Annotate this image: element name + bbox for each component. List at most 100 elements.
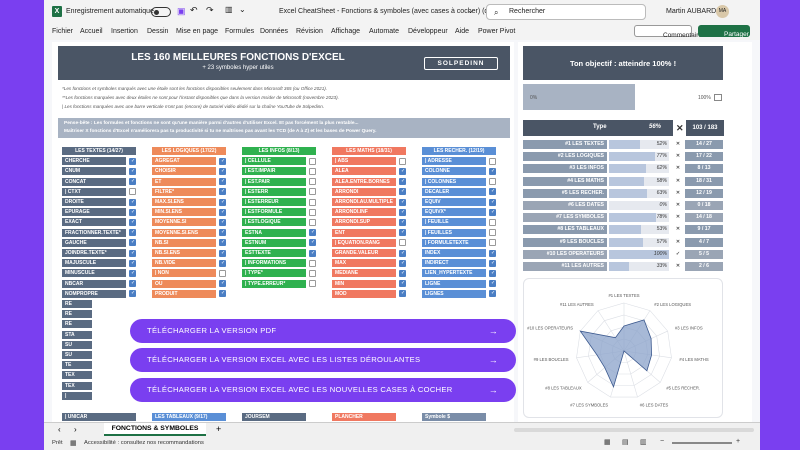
function-checkbox[interactable]	[309, 218, 316, 226]
tab-fichier[interactable]: Fichier	[52, 28, 73, 35]
function-checkbox[interactable]	[399, 280, 406, 288]
function-checkbox[interactable]	[129, 178, 136, 186]
tab-accueil[interactable]: Accueil	[80, 28, 103, 35]
function-checkbox[interactable]	[489, 198, 496, 206]
tab-aide[interactable]: Aide	[455, 28, 469, 35]
function-checkbox[interactable]	[129, 290, 136, 298]
sheet-tab-active[interactable]: FONCTIONS & SYMBOLES	[104, 423, 206, 436]
function-checkbox[interactable]	[129, 269, 136, 277]
user-name[interactable]: Martin AUBARD	[666, 8, 716, 15]
function-checkbox[interactable]	[129, 188, 136, 196]
tab-developpeur[interactable]: Développeur	[408, 28, 448, 35]
comments-button[interactable]: Commentaires	[634, 25, 705, 39]
dropdown-icon[interactable]: ⌄	[467, 6, 474, 15]
function-checkbox[interactable]	[489, 229, 496, 237]
function-checkbox[interactable]	[219, 290, 226, 298]
undo-icon[interactable]: ↶	[190, 5, 198, 16]
function-checkbox[interactable]	[399, 259, 406, 267]
horizontal-scrollbar[interactable]	[514, 428, 754, 432]
function-checkbox[interactable]	[129, 280, 136, 288]
tab-formules[interactable]: Formules	[225, 28, 254, 35]
function-checkbox[interactable]	[489, 269, 496, 277]
worksheet[interactable]: LES 160 MEILLEURES FONCTIONS D'EXCEL + 2…	[44, 40, 760, 422]
function-checkbox[interactable]	[489, 157, 496, 165]
zoom-slider[interactable]	[672, 442, 732, 444]
function-checkbox[interactable]	[489, 259, 496, 267]
function-checkbox[interactable]	[399, 249, 406, 257]
function-checkbox[interactable]	[399, 229, 406, 237]
add-sheet-icon[interactable]: +	[216, 424, 221, 434]
function-checkbox[interactable]	[399, 269, 406, 277]
download-pdf-button[interactable]: TÉLÉCHARGER LA VERSION PDF →	[130, 319, 516, 343]
more-icon[interactable]: ⌄	[239, 5, 246, 14]
function-checkbox[interactable]	[489, 249, 496, 257]
function-checkbox[interactable]	[399, 290, 406, 298]
function-checkbox[interactable]	[309, 208, 316, 216]
function-checkbox[interactable]	[219, 208, 226, 216]
function-checkbox[interactable]	[129, 208, 136, 216]
function-checkbox[interactable]	[219, 167, 226, 175]
page-layout-icon[interactable]: ▤	[622, 438, 629, 446]
normal-view-icon[interactable]: ▦	[604, 438, 611, 446]
function-checkbox[interactable]	[129, 218, 136, 226]
function-checkbox[interactable]	[399, 167, 406, 175]
function-checkbox[interactable]	[219, 178, 226, 186]
tab-power-pivot[interactable]: Power Pivot	[478, 28, 515, 35]
chart-icon[interactable]: ▥	[225, 5, 233, 14]
redo-icon[interactable]: ↷	[206, 5, 214, 16]
function-checkbox[interactable]	[399, 208, 406, 216]
prev-sheet-icon[interactable]: ‹	[58, 425, 61, 434]
function-checkbox[interactable]	[309, 259, 316, 267]
zoom-out-icon[interactable]: −	[660, 438, 664, 445]
tab-insertion[interactable]: Insertion	[111, 28, 138, 35]
function-checkbox[interactable]	[219, 259, 226, 267]
function-checkbox[interactable]	[129, 249, 136, 257]
tab-revision[interactable]: Révision	[296, 28, 323, 35]
share-button[interactable]: Partager	[698, 25, 750, 38]
function-checkbox[interactable]	[219, 157, 226, 165]
function-checkbox[interactable]	[489, 178, 496, 186]
function-checkbox[interactable]	[219, 269, 226, 277]
function-checkbox[interactable]	[309, 280, 316, 288]
function-checkbox[interactable]	[309, 249, 316, 257]
accessibility-status[interactable]: Accessibilité : consultez nos recommanda…	[84, 440, 204, 446]
function-checkbox[interactable]	[399, 178, 406, 186]
function-checkbox[interactable]	[309, 269, 316, 277]
tab-dessin[interactable]: Dessin	[147, 28, 168, 35]
function-checkbox[interactable]	[219, 249, 226, 257]
function-checkbox[interactable]	[129, 229, 136, 237]
function-checkbox[interactable]	[399, 188, 406, 196]
download-checkbox-version-button[interactable]: TÉLÉCHARGER LA VERSION EXCEL AVEC LES NO…	[130, 378, 516, 402]
function-checkbox[interactable]	[489, 290, 496, 298]
function-checkbox[interactable]	[309, 167, 316, 175]
function-checkbox[interactable]	[219, 229, 226, 237]
autosave-toggle[interactable]	[151, 7, 171, 17]
next-sheet-icon[interactable]: ›	[74, 425, 77, 434]
function-checkbox[interactable]	[309, 178, 316, 186]
function-checkbox[interactable]	[129, 259, 136, 267]
function-checkbox[interactable]	[489, 239, 496, 247]
progress-checkbox[interactable]	[714, 94, 722, 101]
function-checkbox[interactable]	[129, 239, 136, 247]
function-checkbox[interactable]	[219, 218, 226, 226]
function-checkbox[interactable]	[219, 198, 226, 206]
function-checkbox[interactable]	[489, 188, 496, 196]
function-checkbox[interactable]	[309, 198, 316, 206]
function-checkbox[interactable]	[489, 280, 496, 288]
tab-donnees[interactable]: Données	[260, 28, 288, 35]
function-checkbox[interactable]	[219, 280, 226, 288]
function-checkbox[interactable]	[129, 167, 136, 175]
function-checkbox[interactable]	[309, 157, 316, 165]
function-checkbox[interactable]	[399, 218, 406, 226]
function-checkbox[interactable]	[399, 239, 406, 247]
function-checkbox[interactable]	[489, 167, 496, 175]
download-dropdown-version-button[interactable]: TÉLÉCHARGER LA VERSION EXCEL AVEC LES LI…	[130, 348, 516, 372]
tab-affichage[interactable]: Affichage	[331, 28, 360, 35]
function-checkbox[interactable]	[129, 157, 136, 165]
zoom-in-icon[interactable]: +	[736, 438, 740, 445]
tab-mise-en-page[interactable]: Mise en page	[176, 28, 218, 35]
function-checkbox[interactable]	[219, 239, 226, 247]
function-checkbox[interactable]	[129, 198, 136, 206]
function-checkbox[interactable]	[489, 208, 496, 216]
function-checkbox[interactable]	[399, 157, 406, 165]
